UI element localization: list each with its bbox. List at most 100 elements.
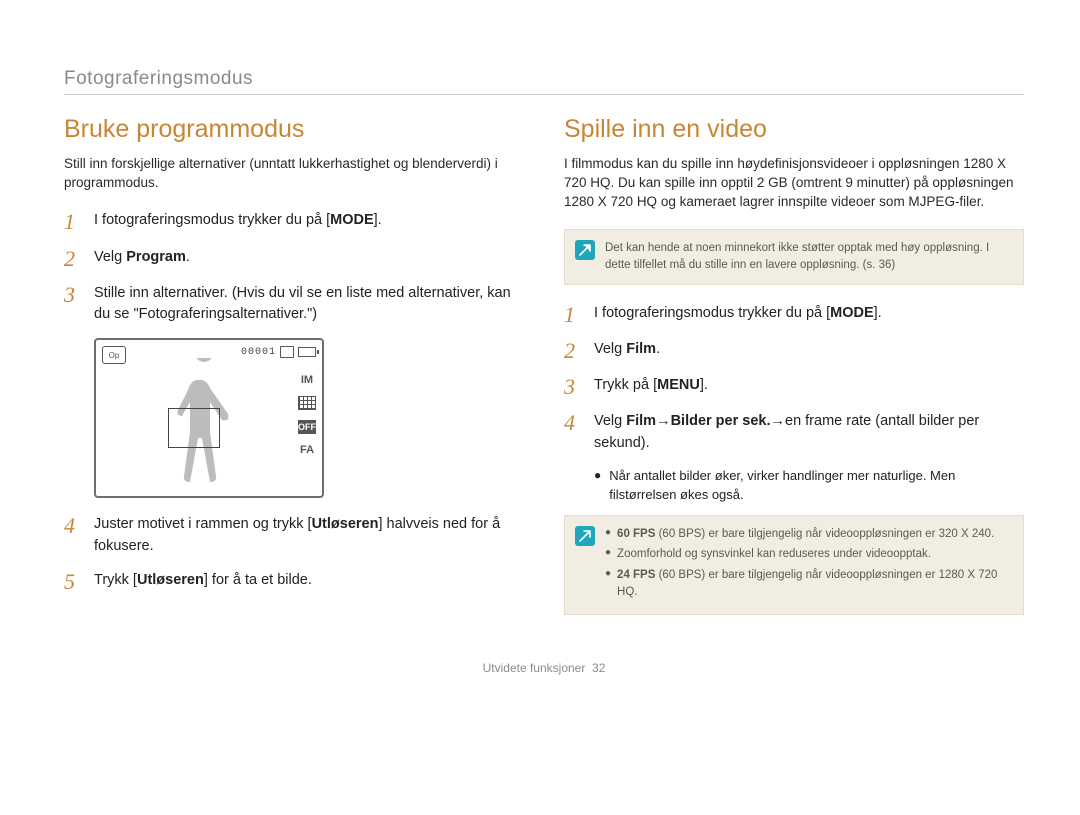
footer-label: Utvidete funksjoner — [483, 661, 586, 675]
bps-bold: Bilder per sek. — [671, 413, 771, 429]
arrow-icon: → — [771, 411, 786, 433]
note-item: ● Zoomforhold og synsvinkel kan reduseres… — [605, 546, 1009, 563]
bullet-icon: ● — [605, 546, 611, 563]
note-icon — [575, 526, 595, 546]
step-4: 4 Juster motivet i rammen og trykk [Utlø… — [64, 514, 524, 558]
step-1: 1 I fotograferingsmodus trykker du på [M… — [64, 210, 524, 234]
step-body: Trykk [Utløseren] for å ta et bilde. — [94, 570, 524, 594]
right-column: Spille inn en video I filmmodus kan du s… — [564, 115, 1024, 633]
film-bold: Film — [626, 413, 656, 429]
bullet-icon: ● — [605, 526, 611, 543]
step-body: Trykk på [MENU]. — [594, 375, 1024, 399]
lcd-icon-fa: FA — [300, 444, 314, 456]
page-number: 32 — [592, 661, 605, 675]
text: Trykk [ — [94, 572, 137, 588]
focus-box — [168, 408, 220, 448]
lcd-mode-icon: Op — [102, 346, 126, 364]
bullet-icon: ● — [605, 567, 611, 600]
mode-key: MODE — [330, 212, 374, 228]
text: ]. — [700, 377, 708, 393]
lcd-illustration: Op 00001 IM OFF FA — [94, 338, 324, 498]
lcd-icon-grid — [298, 396, 316, 410]
text: ] for å ta et bilde. — [204, 572, 312, 588]
text: Velg — [94, 249, 126, 265]
bullet-icon: ● — [594, 467, 601, 505]
page-footer: Utvidete funksjoner 32 — [64, 661, 1024, 675]
note-list: ● 60 FPS (60 BPS) er bare tilgjengelig nå… — [605, 526, 1009, 605]
step-4-bullet: ● Når antallet bilder øker, virker handl… — [594, 467, 1024, 505]
step-body: I fotograferingsmodus trykker du på [MOD… — [594, 303, 1024, 327]
step-3: 3 Trykk på [MENU]. — [564, 375, 1024, 399]
right-steps: 1 I fotograferingsmodus trykker du på [M… — [564, 303, 1024, 455]
text: Velg — [594, 413, 626, 429]
text: ]. — [374, 212, 382, 228]
text: . — [656, 341, 660, 357]
battery-icon — [298, 347, 316, 357]
note-box-1: Det kan hende at noen minnekort ikke stø… — [564, 229, 1024, 284]
left-intro: Still inn forskjellige alternativer (unn… — [64, 154, 524, 192]
step-5: 5 Trykk [Utløseren] for å ta et bilde. — [64, 570, 524, 594]
step-body: Velg Film → Bilder per sek. → en frame r… — [594, 411, 1024, 455]
text: I fotograferingsmodus trykker du på [ — [94, 212, 330, 228]
text: I fotograferingsmodus trykker du på [ — [594, 305, 830, 321]
step-number: 2 — [64, 247, 82, 271]
text: . — [186, 249, 190, 265]
page: Fotograferingsmodus Bruke programmodus S… — [0, 0, 1080, 695]
text: ]. — [874, 305, 882, 321]
step-number: 3 — [564, 375, 582, 399]
film-bold: Film — [626, 341, 656, 357]
shutter-key: Utløseren — [137, 572, 204, 588]
note-icon — [575, 240, 595, 260]
left-title: Bruke programmodus — [64, 115, 524, 144]
step-body: Juster motivet i rammen og trykk [Utløse… — [94, 514, 524, 558]
left-steps-continued: 4 Juster motivet i rammen og trykk [Utlø… — [64, 514, 524, 594]
lcd-counter: 00001 — [241, 347, 276, 358]
step-number: 3 — [64, 283, 82, 327]
step-4: 4 Velg Film → Bilder per sek. → en frame… — [564, 411, 1024, 455]
fps-60: 60 FPS — [617, 528, 655, 540]
fps-24: 24 FPS — [617, 569, 655, 581]
text: Zoomforhold og synsvinkel kan reduseres … — [617, 546, 931, 563]
step-number: 2 — [564, 339, 582, 363]
sd-card-icon — [280, 346, 294, 358]
right-title: Spille inn en video — [564, 115, 1024, 144]
step-2: 2 Velg Film. — [564, 339, 1024, 363]
text: (60 BPS) er bare tilgjengelig når videoo… — [617, 569, 997, 598]
step-number: 1 — [64, 210, 82, 234]
step-number: 4 — [564, 411, 582, 455]
step-number: 5 — [64, 570, 82, 594]
step-number: 4 — [64, 514, 82, 558]
note-box-2: ● 60 FPS (60 BPS) er bare tilgjengelig nå… — [564, 515, 1024, 616]
divider — [64, 94, 1024, 95]
lcd-icon-im: IM — [301, 374, 313, 386]
shutter-key: Utløseren — [312, 516, 379, 532]
program-bold: Program — [126, 249, 186, 265]
bullet-text: Når antallet bilder øker, virker handlin… — [609, 467, 1024, 505]
section-header: Fotograferingsmodus — [64, 68, 1024, 90]
lcd-top-right: 00001 — [241, 346, 316, 358]
right-intro: I filmmodus kan du spille inn høydefinis… — [564, 154, 1024, 211]
step-1: 1 I fotograferingsmodus trykker du på [M… — [564, 303, 1024, 327]
lcd-side-icons: IM OFF FA — [298, 374, 316, 456]
text: (60 BPS) er bare tilgjengelig når videoo… — [655, 528, 994, 540]
step-3: 3 Stille inn alternativer. (Hvis du vil … — [64, 283, 524, 327]
step-number: 1 — [564, 303, 582, 327]
step-body: I fotograferingsmodus trykker du på [MOD… — [94, 210, 524, 234]
step-2: 2 Velg Program. — [64, 247, 524, 271]
step-body: Stille inn alternativer. (Hvis du vil se… — [94, 283, 524, 327]
menu-key: MENU — [657, 377, 700, 393]
step-body: Velg Film. — [594, 339, 1024, 363]
columns: Bruke programmodus Still inn forskjellig… — [64, 115, 1024, 633]
note-text: Det kan hende at noen minnekort ikke stø… — [605, 240, 1009, 273]
left-steps: 1 I fotograferingsmodus trykker du på [M… — [64, 210, 524, 326]
note-item: ● 60 FPS (60 BPS) er bare tilgjengelig nå… — [605, 526, 1009, 543]
text: Juster motivet i rammen og trykk [ — [94, 516, 312, 532]
text: Trykk på [ — [594, 377, 657, 393]
arrow-icon: → — [656, 411, 671, 433]
text: Velg — [594, 341, 626, 357]
left-column: Bruke programmodus Still inn forskjellig… — [64, 115, 524, 633]
mode-key: MODE — [830, 305, 874, 321]
lcd-icon-off: OFF — [298, 420, 316, 434]
step-body: Velg Program. — [94, 247, 524, 271]
note-item: ● 24 FPS (60 BPS) er bare tilgjengelig nå… — [605, 567, 1009, 600]
